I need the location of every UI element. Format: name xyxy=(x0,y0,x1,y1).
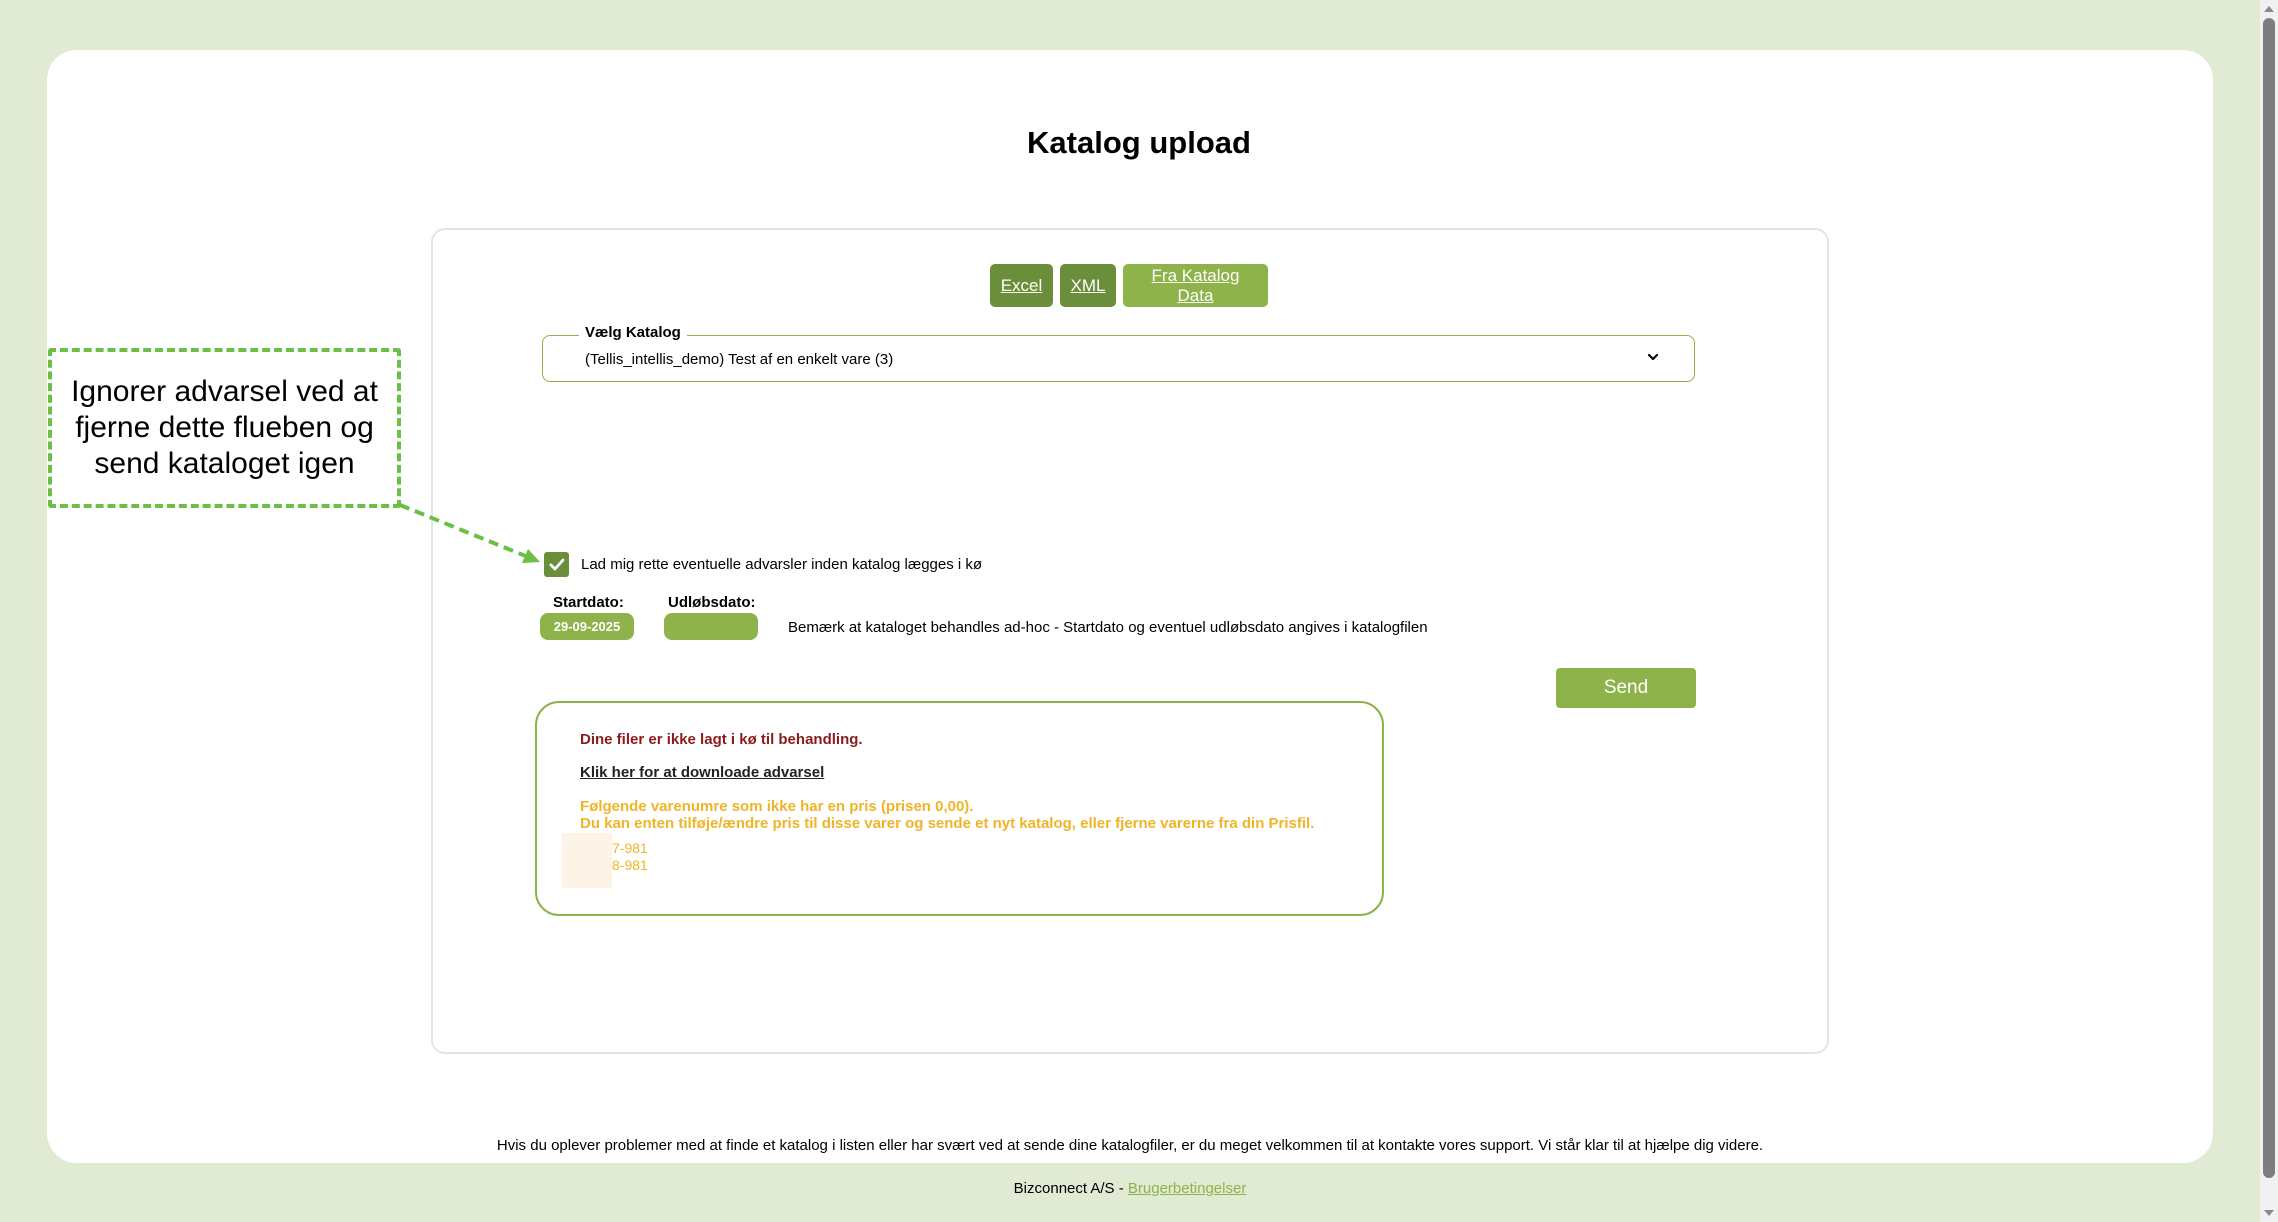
warning-review-checkbox[interactable] xyxy=(544,552,569,577)
warning-message-line1: Følgende varenumre som ikke har en pris … xyxy=(580,798,974,815)
tab-xml[interactable]: XML xyxy=(1060,264,1116,307)
end-date-picker[interactable] xyxy=(664,613,758,640)
scrollbar-thumb[interactable] xyxy=(2263,18,2275,1178)
page-scrollbar[interactable] xyxy=(2260,0,2278,1222)
warning-box: Dine filer er ikke lagt i kø til behandl… xyxy=(535,701,1384,916)
catalog-select[interactable]: Vælg Katalog (Tellis_intellis_demo) Test… xyxy=(542,324,1695,382)
footer-company: Bizconnect A/S - xyxy=(1013,1180,1128,1197)
chevron-down-icon xyxy=(1647,353,1659,361)
tab-fra-katalog-data[interactable]: Fra Katalog Data xyxy=(1123,264,1268,307)
send-button[interactable]: Send xyxy=(1556,668,1696,708)
warning-review-option: Lad mig rette eventuelle advarsler inden… xyxy=(544,552,982,577)
warning-codes-highlight xyxy=(562,833,612,888)
download-warning-link[interactable]: Klik her for at downloade advarsel xyxy=(580,764,824,781)
start-date-label: Startdato: xyxy=(553,594,624,611)
catalog-select-value: (Tellis_intellis_demo) Test af en enkelt… xyxy=(585,351,894,368)
annotation-callout: Ignorer advarsel ved at fjerne dette flu… xyxy=(48,348,401,508)
tab-excel[interactable]: Excel xyxy=(990,264,1053,307)
warning-title: Dine filer er ikke lagt i kø til behandl… xyxy=(580,731,863,748)
scroll-down-icon[interactable] xyxy=(2264,1210,2274,1216)
warning-item-code: 8-981 xyxy=(612,857,648,873)
support-text: Hvis du oplever problemer med at finde e… xyxy=(496,1137,1764,1154)
upload-type-tabs: Excel XML Fra Katalog Data xyxy=(990,264,1268,307)
scroll-up-icon[interactable] xyxy=(2264,6,2274,12)
end-date-label: Udløbsdato: xyxy=(668,594,756,611)
terms-link[interactable]: Brugerbetingelser xyxy=(1128,1180,1246,1197)
warning-review-label: Lad mig rette eventuelle advarsler inden… xyxy=(581,556,983,573)
date-note: Bemærk at kataloget behandles ad-hoc - S… xyxy=(788,619,1428,636)
warning-message-line2: Du kan enten tilføje/ændre pris til diss… xyxy=(580,815,1315,832)
footer: Bizconnect A/S - Brugerbetingelser xyxy=(0,1180,2260,1197)
annotation-callout-text: Ignorer advarsel ved at fjerne dette flu… xyxy=(71,375,378,480)
start-date-picker[interactable]: 29-09-2025 xyxy=(540,613,634,640)
checkmark-icon xyxy=(549,558,564,570)
catalog-select-legend: Vælg Katalog xyxy=(579,324,687,341)
warning-item-code: 7-981 xyxy=(612,840,648,856)
page-title: Katalog upload xyxy=(1027,125,1251,160)
